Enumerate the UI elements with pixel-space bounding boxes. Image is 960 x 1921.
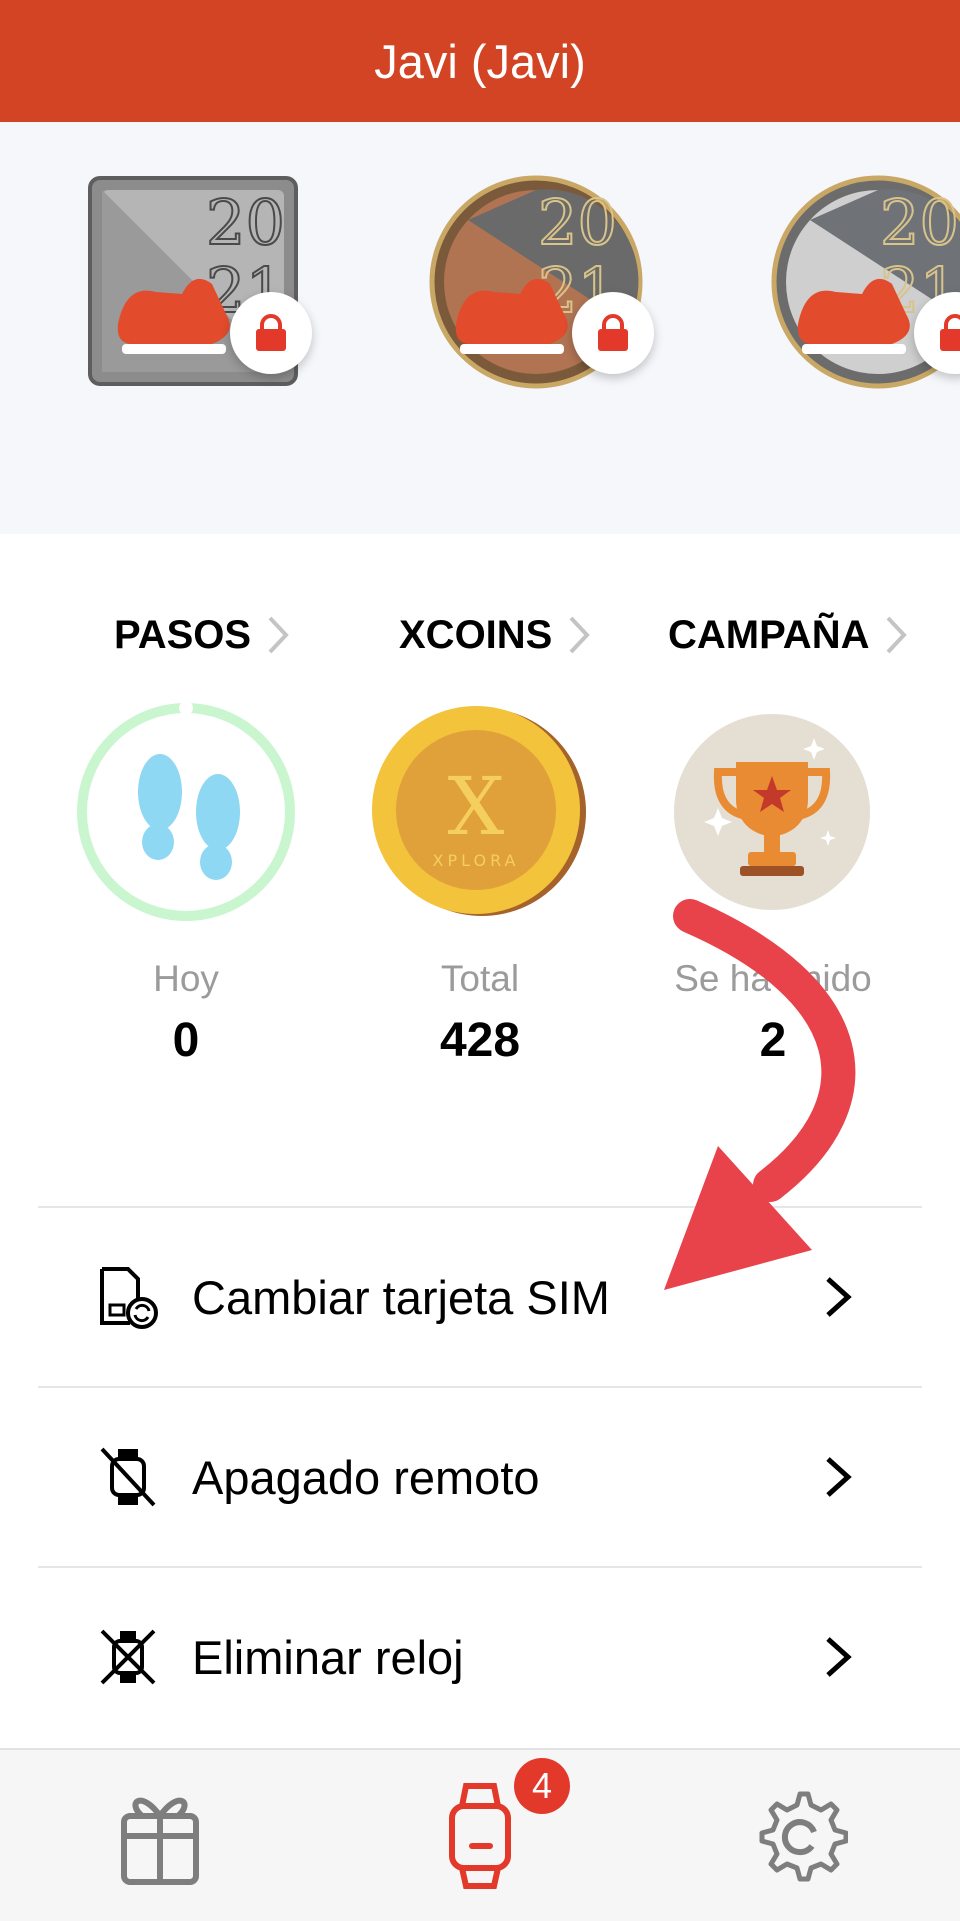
steps-heading: PASOS bbox=[114, 612, 252, 657]
page-title: Javi (Javi) bbox=[374, 34, 586, 88]
watch-icon[interactable] bbox=[432, 1780, 528, 1890]
campaign-heading: CAMPAÑA bbox=[668, 612, 870, 657]
footsteps-icon[interactable] bbox=[74, 700, 298, 924]
lock-icon bbox=[598, 314, 628, 351]
badge-item[interactable]: 20 21 bbox=[770, 174, 960, 394]
menu-change-sim[interactable]: Cambiar tarjeta SIM bbox=[0, 1208, 960, 1386]
lock-icon bbox=[940, 314, 960, 351]
gift-icon[interactable] bbox=[112, 1780, 208, 1890]
app-header: Javi (Javi) bbox=[0, 0, 960, 122]
watch-off-icon bbox=[100, 1447, 156, 1507]
chevron-right-icon bbox=[826, 1637, 852, 1677]
chevron-right-icon bbox=[826, 1277, 852, 1317]
xcoin-icon[interactable]: X XPLORA bbox=[368, 700, 592, 924]
menu-label: Eliminar reloj bbox=[192, 1630, 464, 1684]
badge-carousel[interactable]: 20 21 20 21 20 21 bbox=[0, 122, 960, 534]
steps-link[interactable]: PASOS bbox=[114, 600, 289, 670]
svg-text:20: 20 bbox=[880, 186, 959, 259]
menu-delete-watch[interactable]: Eliminar reloj bbox=[0, 1568, 960, 1746]
stats-headings: PASOS XCOINS CAMPAÑA bbox=[0, 600, 960, 670]
trophy-icon[interactable] bbox=[660, 700, 884, 924]
xcoins-value: 428 bbox=[439, 1014, 521, 1067]
campaign-value: 2 bbox=[759, 1014, 787, 1067]
notification-badge: 4 bbox=[514, 1758, 570, 1814]
watch-delete-icon bbox=[100, 1629, 156, 1685]
menu-label: Cambiar tarjeta SIM bbox=[192, 1270, 610, 1324]
svg-text:20: 20 bbox=[538, 186, 617, 259]
chevron-right-icon bbox=[568, 615, 591, 655]
xcoins-link[interactable]: XCOINS bbox=[399, 600, 591, 670]
lock-badge bbox=[572, 292, 654, 374]
steps-value: 0 bbox=[172, 1014, 200, 1067]
menu-remote-shutdown[interactable]: Apagado remoto bbox=[0, 1388, 960, 1566]
xcoins-heading: XCOINS bbox=[399, 612, 553, 657]
chevron-right-icon bbox=[885, 615, 908, 655]
tab-bar bbox=[0, 1748, 960, 1921]
lock-badge bbox=[230, 292, 312, 374]
settings-icon[interactable] bbox=[752, 1780, 848, 1890]
chevron-right-icon bbox=[826, 1457, 852, 1497]
menu-label: Apagado remoto bbox=[192, 1450, 540, 1504]
svg-text:X: X bbox=[448, 760, 505, 853]
steps-label: Hoy bbox=[153, 958, 219, 999]
chevron-right-icon bbox=[267, 615, 289, 655]
sim-card-refresh-icon bbox=[100, 1267, 158, 1329]
xcoins-label: Total bbox=[440, 958, 520, 999]
badge-item[interactable]: 20 21 bbox=[428, 174, 654, 394]
lock-icon bbox=[256, 314, 286, 351]
svg-text:20: 20 bbox=[206, 186, 285, 259]
campaign-label: Se ha unido bbox=[674, 958, 872, 999]
campaign-link[interactable]: CAMPAÑA bbox=[668, 600, 908, 670]
badge-item[interactable]: 20 21 bbox=[86, 174, 312, 394]
coin-text: XPLORA bbox=[433, 851, 520, 870]
